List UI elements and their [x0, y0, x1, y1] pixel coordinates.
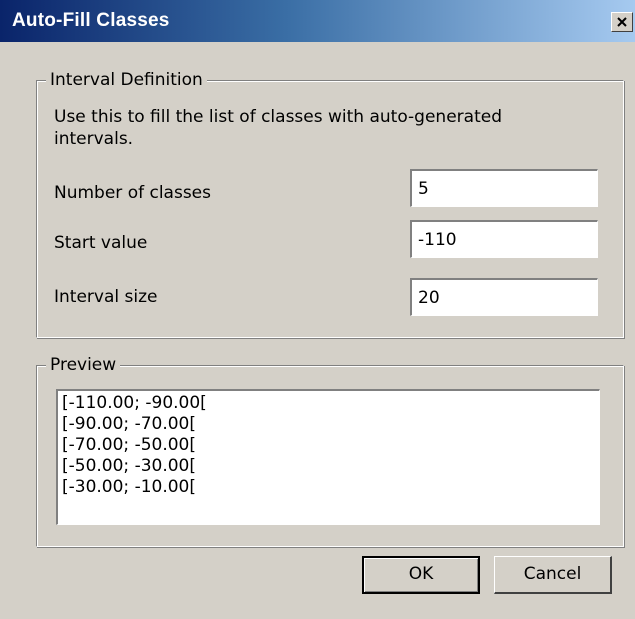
- cancel-button[interactable]: Cancel: [494, 556, 612, 594]
- interval-size-label: Interval size: [54, 287, 158, 307]
- close-button[interactable]: [611, 12, 633, 32]
- interval-size-input[interactable]: [410, 278, 598, 316]
- ok-button[interactable]: OK: [362, 556, 480, 594]
- window-title: Auto-Fill Classes: [12, 10, 170, 31]
- group-legend: Interval Definition: [46, 70, 207, 90]
- list-item: [-90.00; -70.00[: [62, 414, 196, 434]
- start-value-input[interactable]: [410, 220, 598, 258]
- list-item: [-30.00; -10.00[: [62, 477, 196, 497]
- start-value-label: Start value: [54, 233, 148, 253]
- preview-group: Preview [-110.00; -90.00[ [-90.00; -70.0…: [36, 355, 624, 547]
- description-text: Use this to fill the list of classes wit…: [54, 107, 502, 149]
- number-of-classes-label: Number of classes: [54, 183, 212, 203]
- group-legend: Preview: [46, 355, 121, 375]
- list-item: [-110.00; -90.00[: [62, 393, 207, 413]
- interval-definition-group: Interval Definition Use this to fill the…: [36, 70, 624, 338]
- close-icon: [617, 17, 627, 27]
- list-item: [-70.00; -50.00[: [62, 435, 196, 455]
- title-bar[interactable]: Auto-Fill Classes: [0, 0, 635, 42]
- list-item: [-50.00; -30.00[: [62, 456, 196, 476]
- preview-list[interactable]: [-110.00; -90.00[ [-90.00; -70.00[ [-70.…: [56, 389, 600, 525]
- auto-fill-classes-dialog: Auto-Fill Classes Interval Definition Us…: [0, 0, 635, 619]
- number-of-classes-input[interactable]: [410, 169, 598, 207]
